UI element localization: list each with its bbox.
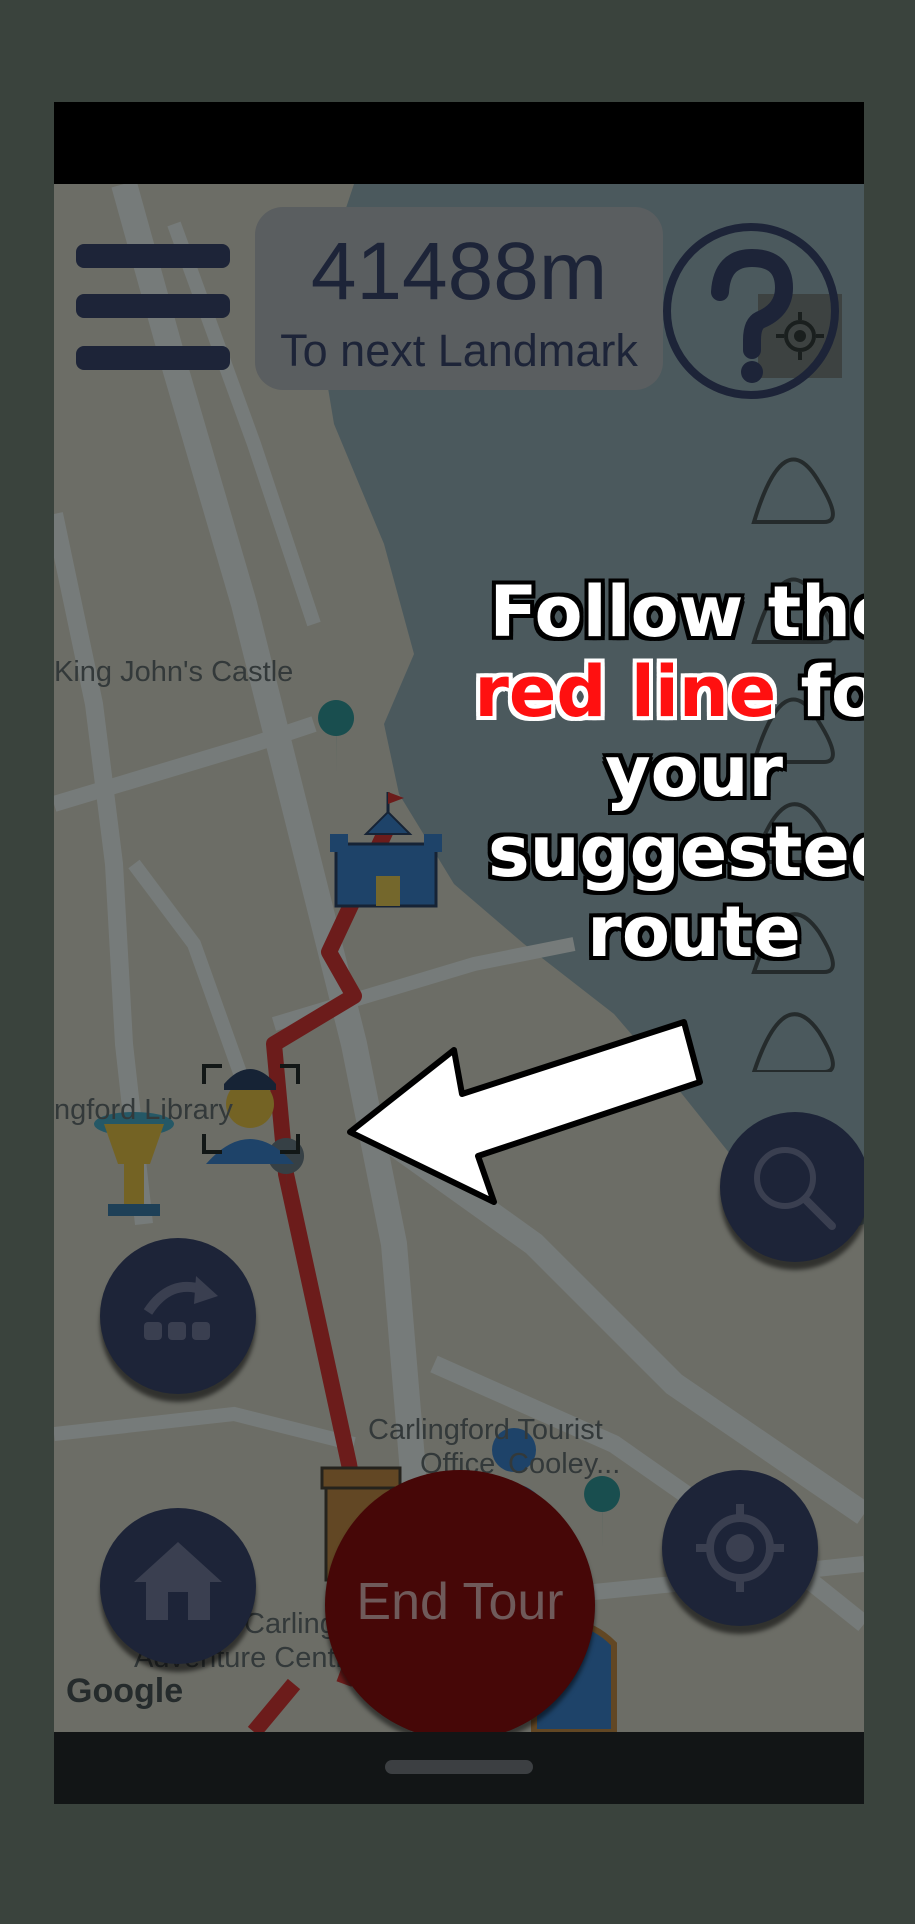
menu-icon-bar-3[interactable] [76,346,230,370]
google-logo: Google [66,1672,184,1710]
status-bar [54,102,864,184]
map-label-cooley: Cooley... [508,1448,621,1480]
home-icon [134,1542,222,1620]
reroute-icon [143,1276,218,1340]
distance-panel: 41488m To next Landmark [255,207,663,390]
end-tour-label: End Tour [356,1573,564,1631]
map-label-library: ngford Library [54,1094,233,1126]
help-icon[interactable] [660,220,842,402]
home-button[interactable] [100,1508,256,1664]
recenter-button[interactable] [662,1470,818,1626]
tutorial-line-3: your [604,731,784,813]
distance-value: 41488m [310,226,608,317]
home-gesture-handle[interactable] [385,1760,533,1774]
search-button[interactable] [720,1112,864,1262]
distance-caption: To next Landmark [280,325,638,376]
tutorial-line-2: red line for [464,652,864,732]
map-label-king-johns-castle: King John's Castle [54,656,294,688]
crosshair-icon [696,1504,784,1592]
reroute-button[interactable] [100,1238,256,1394]
phone-screen: King John's Castle ngford Library Carlin… [54,102,864,1804]
search-icon [754,1147,836,1230]
map-label-tourist-office-line1: Carlingford Tourist [368,1414,603,1446]
tutorial-line-4: suggested [488,811,864,893]
tutorial-line-2-rest: for [800,651,864,733]
tutorial-text: Follow the red line for your suggested r… [464,572,864,972]
tutorial-line-1: Follow the [489,571,864,653]
menu-icon-bar-1[interactable] [76,244,230,268]
system-nav-bar [54,1732,864,1804]
menu-icon-bar-2[interactable] [76,294,230,318]
end-tour-button[interactable]: End Tour [325,1470,595,1740]
tutorial-highlight: red line [474,651,777,733]
tutorial-arrow-icon [347,1019,703,1205]
tutorial-line-5: route [587,891,801,973]
